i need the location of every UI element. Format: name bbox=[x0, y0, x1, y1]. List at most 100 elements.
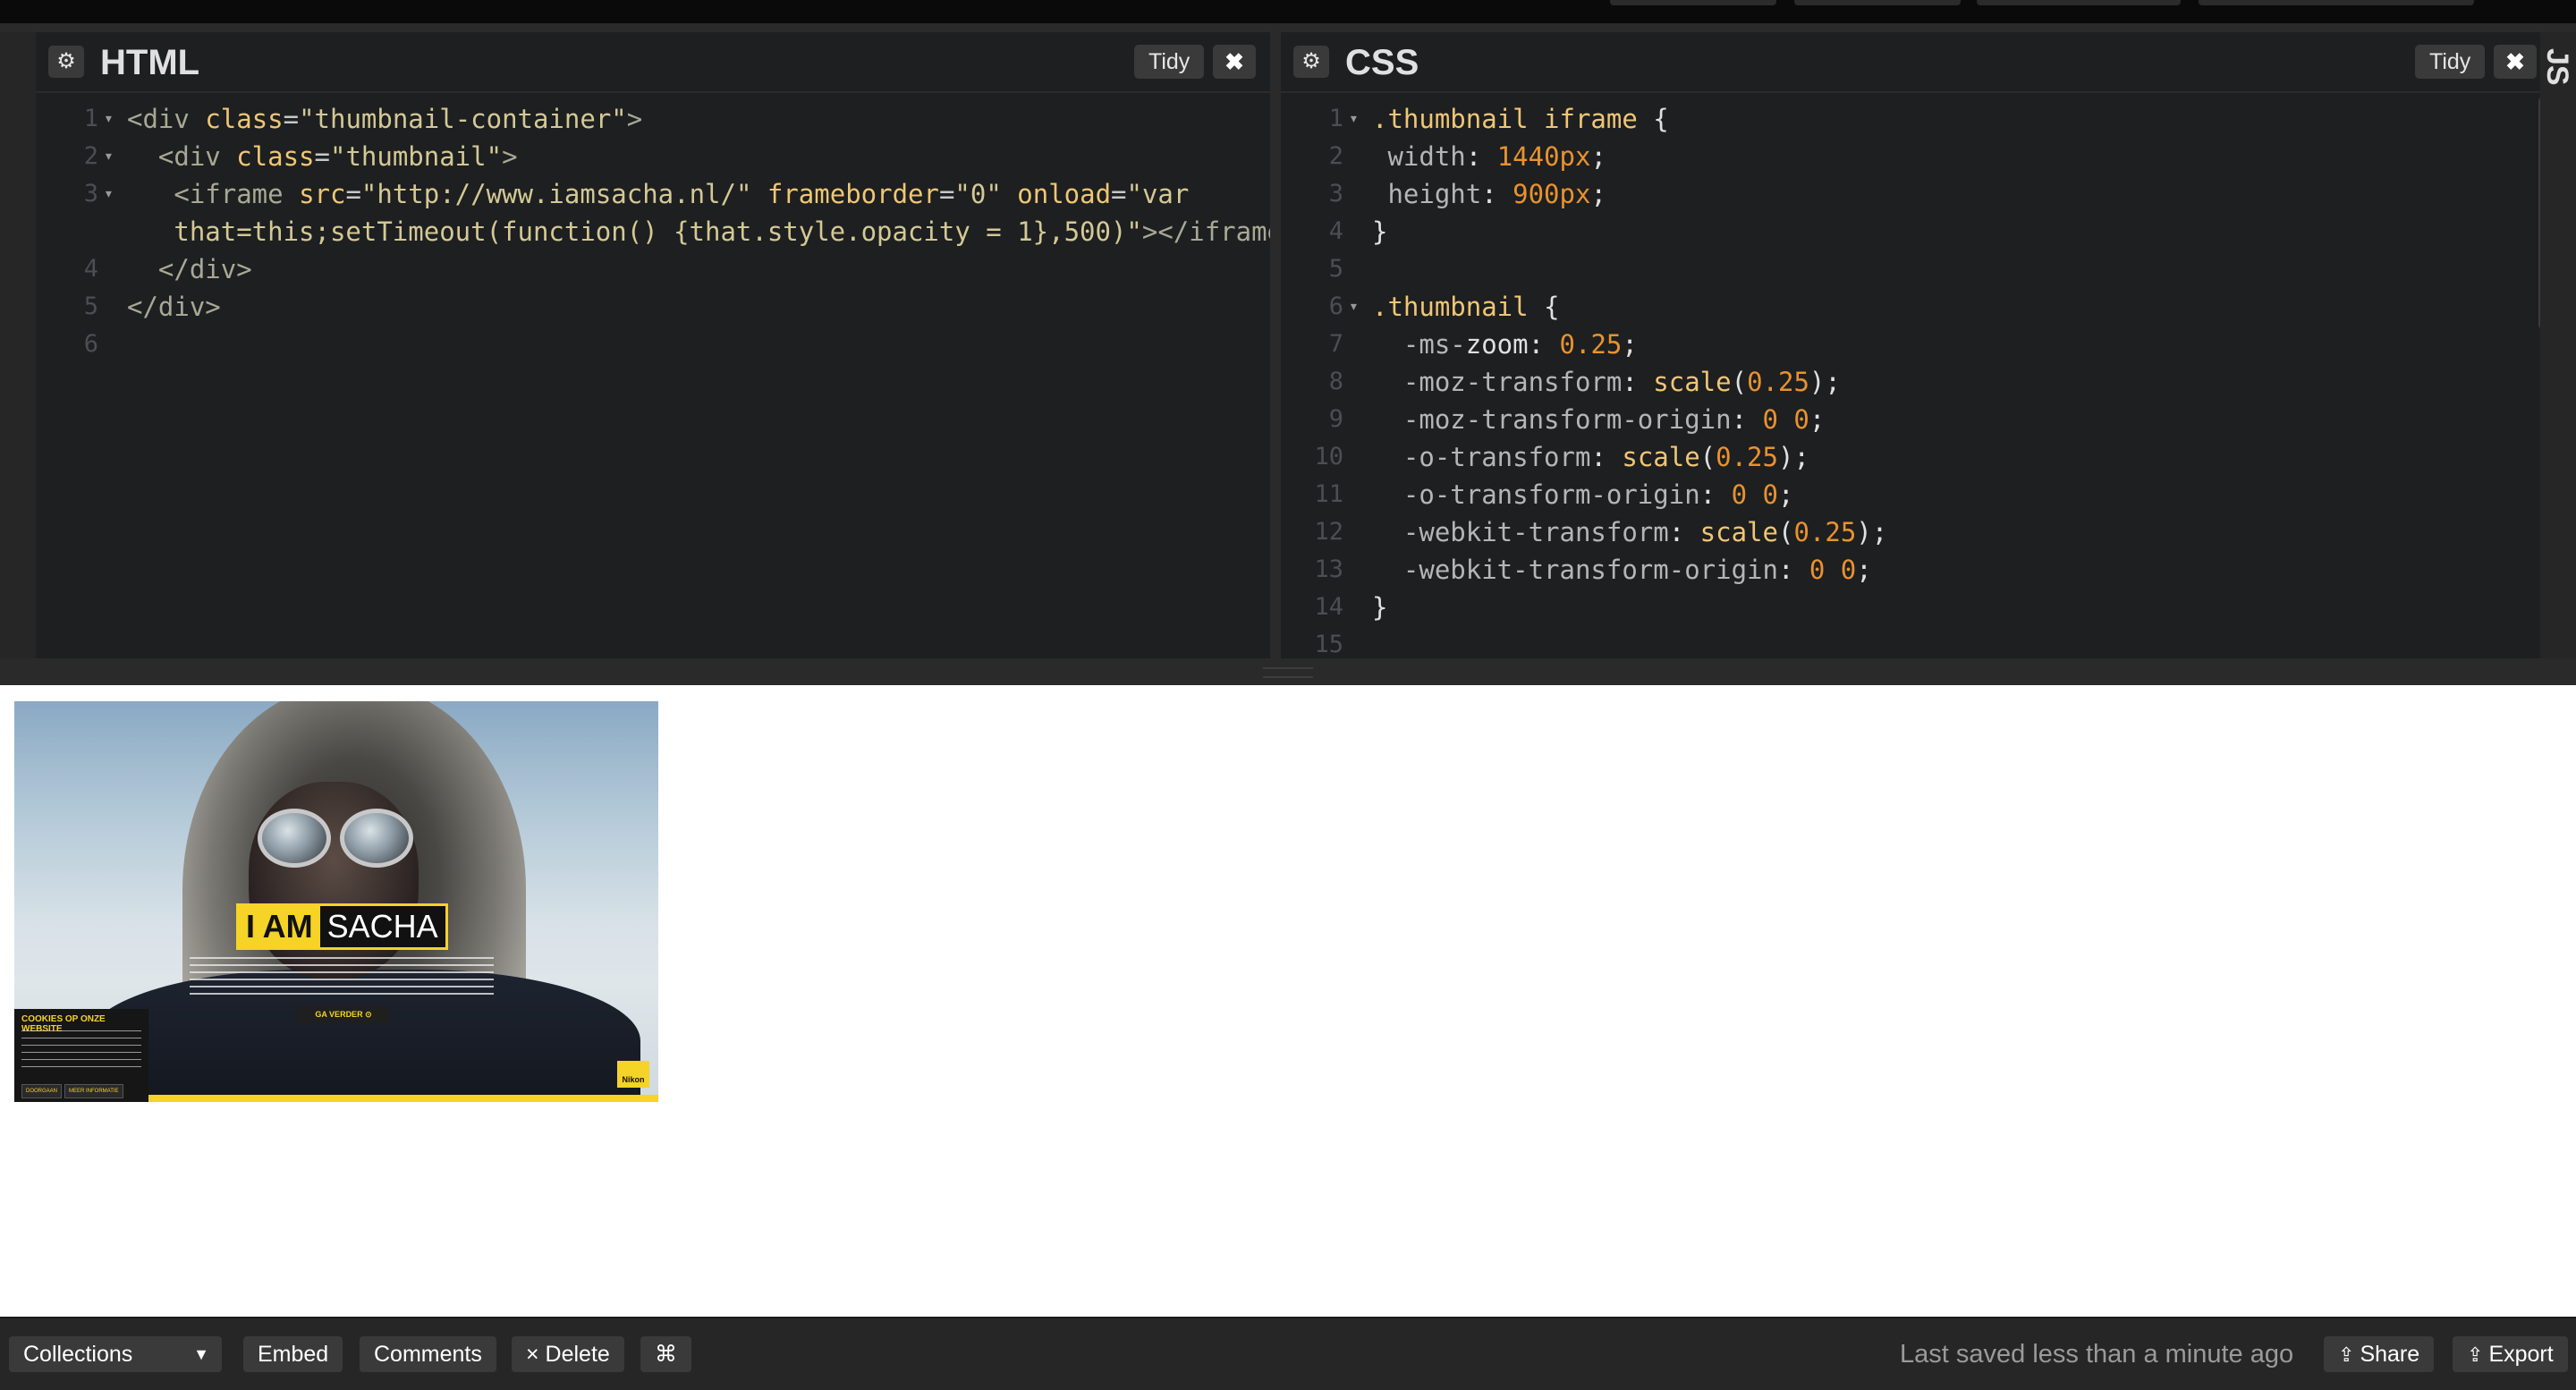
code-text: -moz-transform-origin: 0 0; bbox=[1372, 404, 1826, 435]
code-text: -moz-transform: scale(0.25); bbox=[1372, 367, 1841, 397]
cookie-accept-button[interactable]: DOORGAAN bbox=[21, 1084, 63, 1098]
line-number: 3 bbox=[1328, 180, 1343, 208]
line-number: 4 bbox=[1328, 217, 1343, 245]
top-tab-stub[interactable] bbox=[1794, 0, 1961, 5]
cookie-text bbox=[21, 1030, 141, 1073]
resize-grip-icon[interactable] bbox=[1263, 667, 1313, 678]
code-text: .thumbnail iframe { bbox=[1372, 104, 1669, 134]
top-tab-stub[interactable] bbox=[2199, 0, 2474, 5]
top-bar bbox=[0, 0, 2576, 23]
comments-button[interactable]: Comments bbox=[360, 1336, 496, 1372]
line-number: 6 bbox=[1328, 292, 1343, 320]
line-number: 7 bbox=[1328, 330, 1343, 358]
code-text: } bbox=[1372, 216, 1388, 247]
html-tidy-button[interactable]: Tidy bbox=[1134, 45, 1205, 79]
js-tab-label: JS bbox=[2540, 48, 2574, 86]
code-text: that=this;setTimeout(function() {that.st… bbox=[127, 216, 1270, 247]
yellow-bar bbox=[148, 1095, 658, 1102]
code-line[interactable]: 6 bbox=[36, 326, 1270, 363]
code-line[interactable]: 12 -webkit-transform: scale(0.25); bbox=[1281, 513, 2551, 551]
chevron-down-icon: ▼ bbox=[193, 1345, 209, 1363]
keyboard-shortcuts-button[interactable]: ⌘ bbox=[640, 1336, 691, 1372]
code-line[interactable]: 13 -webkit-transform-origin: 0 0; bbox=[1281, 551, 2551, 589]
css-code-editor[interactable]: 1 ▾ .thumbnail iframe {2 width: 1440px; 3 h… bbox=[1281, 100, 2551, 658]
line-number: 10 bbox=[1314, 443, 1343, 470]
fold-arrow-icon[interactable]: ▾ bbox=[1349, 100, 1359, 138]
line-number: 14 bbox=[1314, 593, 1343, 621]
top-tab-stub[interactable] bbox=[1977, 0, 2181, 5]
result-preview: I AM SACHA GA VERDER ⊙ COOKIES OP ONZE W… bbox=[0, 685, 2576, 1317]
fold-arrow-icon[interactable]: ▾ bbox=[104, 138, 114, 175]
line-number: 12 bbox=[1314, 518, 1343, 546]
css-tidy-button[interactable]: Tidy bbox=[2415, 45, 2486, 79]
code-line[interactable]: 3 ▾ <iframe src="http://www.iamsacha.nl/"… bbox=[36, 175, 1270, 213]
css-close-icon[interactable]: ✖ bbox=[2494, 45, 2537, 79]
share-button[interactable]: ⇪ Share bbox=[2324, 1336, 2435, 1372]
code-line[interactable]: 2 width: 1440px; bbox=[1281, 138, 2551, 175]
collections-dropdown[interactable]: Collections ▼ bbox=[9, 1336, 222, 1372]
code-line[interactable]: 14} bbox=[1281, 589, 2551, 626]
code-line[interactable]: 15 bbox=[1281, 626, 2551, 658]
code-line[interactable]: 9 -moz-transform-origin: 0 0; bbox=[1281, 401, 2551, 438]
code-line[interactable]: 4} bbox=[1281, 213, 2551, 250]
goggle-left bbox=[258, 809, 331, 868]
fold-arrow-icon[interactable]: ▾ bbox=[104, 100, 114, 138]
css-settings-gear-icon[interactable]: ⚙ bbox=[1293, 46, 1329, 78]
export-icon: ⇪ bbox=[2467, 1343, 2484, 1366]
code-line[interactable]: 1 ▾ .thumbnail iframe { bbox=[1281, 100, 2551, 138]
cookie-more-info-button[interactable]: MEER INFORMATIE bbox=[64, 1084, 123, 1098]
code-line[interactable]: 5 bbox=[1281, 250, 2551, 288]
footer-bar: Collections ▼ Embed Comments × Delete ⌘ … bbox=[0, 1317, 2576, 1390]
code-line[interactable]: 7 -ms-zoom: 0.25; bbox=[1281, 326, 2551, 363]
code-line[interactable]: 10 -o-transform: scale(0.25); bbox=[1281, 438, 2551, 476]
code-text: height: 900px; bbox=[1372, 179, 1606, 209]
line-number: 1 bbox=[83, 105, 98, 132]
line-number: 6 bbox=[83, 330, 98, 358]
nikon-logo: Nikon bbox=[617, 1061, 649, 1088]
code-text: </div> bbox=[127, 254, 252, 284]
delete-button[interactable]: × Delete bbox=[512, 1336, 624, 1372]
code-line[interactable]: 4 </div> bbox=[36, 250, 1270, 288]
code-line[interactable]: 2 ▾ <div class="thumbnail"> bbox=[36, 138, 1270, 175]
code-line[interactable]: that=this;setTimeout(function() {that.st… bbox=[36, 213, 1270, 250]
cookie-notice: COOKIES OP ONZE WEBSITE DOORGAAN MEER IN… bbox=[14, 1009, 148, 1102]
top-tab-stub[interactable] bbox=[1610, 0, 1776, 5]
last-saved-status: Last saved less than a minute ago bbox=[1900, 1340, 2294, 1369]
ga-verder-button[interactable]: GA VERDER ⊙ bbox=[297, 1005, 390, 1023]
line-number: 5 bbox=[83, 292, 98, 320]
line-number: 5 bbox=[1328, 255, 1343, 283]
collections-label: Collections bbox=[23, 1342, 133, 1367]
embed-button[interactable]: Embed bbox=[243, 1336, 343, 1372]
iframe-thumbnail[interactable]: I AM SACHA GA VERDER ⊙ COOKIES OP ONZE W… bbox=[14, 701, 658, 1102]
code-text: width: 1440px; bbox=[1372, 141, 1606, 172]
code-text: -webkit-transform: scale(0.25); bbox=[1372, 517, 1888, 547]
code-text: <div class="thumbnail"> bbox=[127, 141, 518, 172]
html-settings-gear-icon[interactable]: ⚙ bbox=[48, 46, 84, 78]
fold-arrow-icon[interactable]: ▾ bbox=[104, 175, 114, 213]
css-panel-header: ⚙ CSS Tidy ✖ bbox=[1281, 32, 2551, 93]
share-label: Share bbox=[2360, 1342, 2420, 1367]
editor-resize-bar[interactable] bbox=[0, 658, 2576, 685]
line-number: 1 bbox=[1328, 105, 1343, 132]
headline-sacha: SACHA bbox=[326, 908, 438, 945]
html-close-icon[interactable]: ✖ bbox=[1213, 45, 1256, 79]
export-label: Export bbox=[2488, 1342, 2554, 1367]
code-line[interactable]: 6 ▾ .thumbnail { bbox=[1281, 288, 2551, 326]
code-text: -o-transform-origin: 0 0; bbox=[1372, 479, 1794, 510]
css-panel-title: CSS bbox=[1345, 43, 1419, 82]
code-line[interactable]: 3 height: 900px; bbox=[1281, 175, 2551, 213]
html-panel-header: ⚙ HTML Tidy ✖ bbox=[36, 32, 1270, 93]
html-code-editor[interactable]: 1 ▾ <div class="thumbnail-container"> 2 ▾ <d… bbox=[36, 100, 1270, 658]
code-line[interactable]: 8 -moz-transform: scale(0.25); bbox=[1281, 363, 2551, 401]
fold-arrow-icon[interactable]: ▾ bbox=[1349, 288, 1359, 326]
line-number: 3 bbox=[83, 180, 98, 208]
code-line[interactable]: 1 ▾ <div class="thumbnail-container"> bbox=[36, 100, 1270, 138]
code-line[interactable]: 5 </div> bbox=[36, 288, 1270, 326]
export-button[interactable]: ⇪ Export bbox=[2453, 1336, 2568, 1372]
line-number: 2 bbox=[1328, 142, 1343, 170]
code-text: -webkit-transform-origin: 0 0; bbox=[1372, 555, 1872, 585]
code-text: <iframe src="http://www.iamsacha.nl/" fr… bbox=[127, 179, 1190, 209]
code-line[interactable]: 11 -o-transform-origin: 0 0; bbox=[1281, 476, 2551, 513]
css-panel: ⚙ CSS Tidy ✖ 1 ▾ .thumbnail iframe {2 widt… bbox=[1270, 32, 2551, 658]
js-panel-tab[interactable]: JS bbox=[2540, 32, 2576, 658]
